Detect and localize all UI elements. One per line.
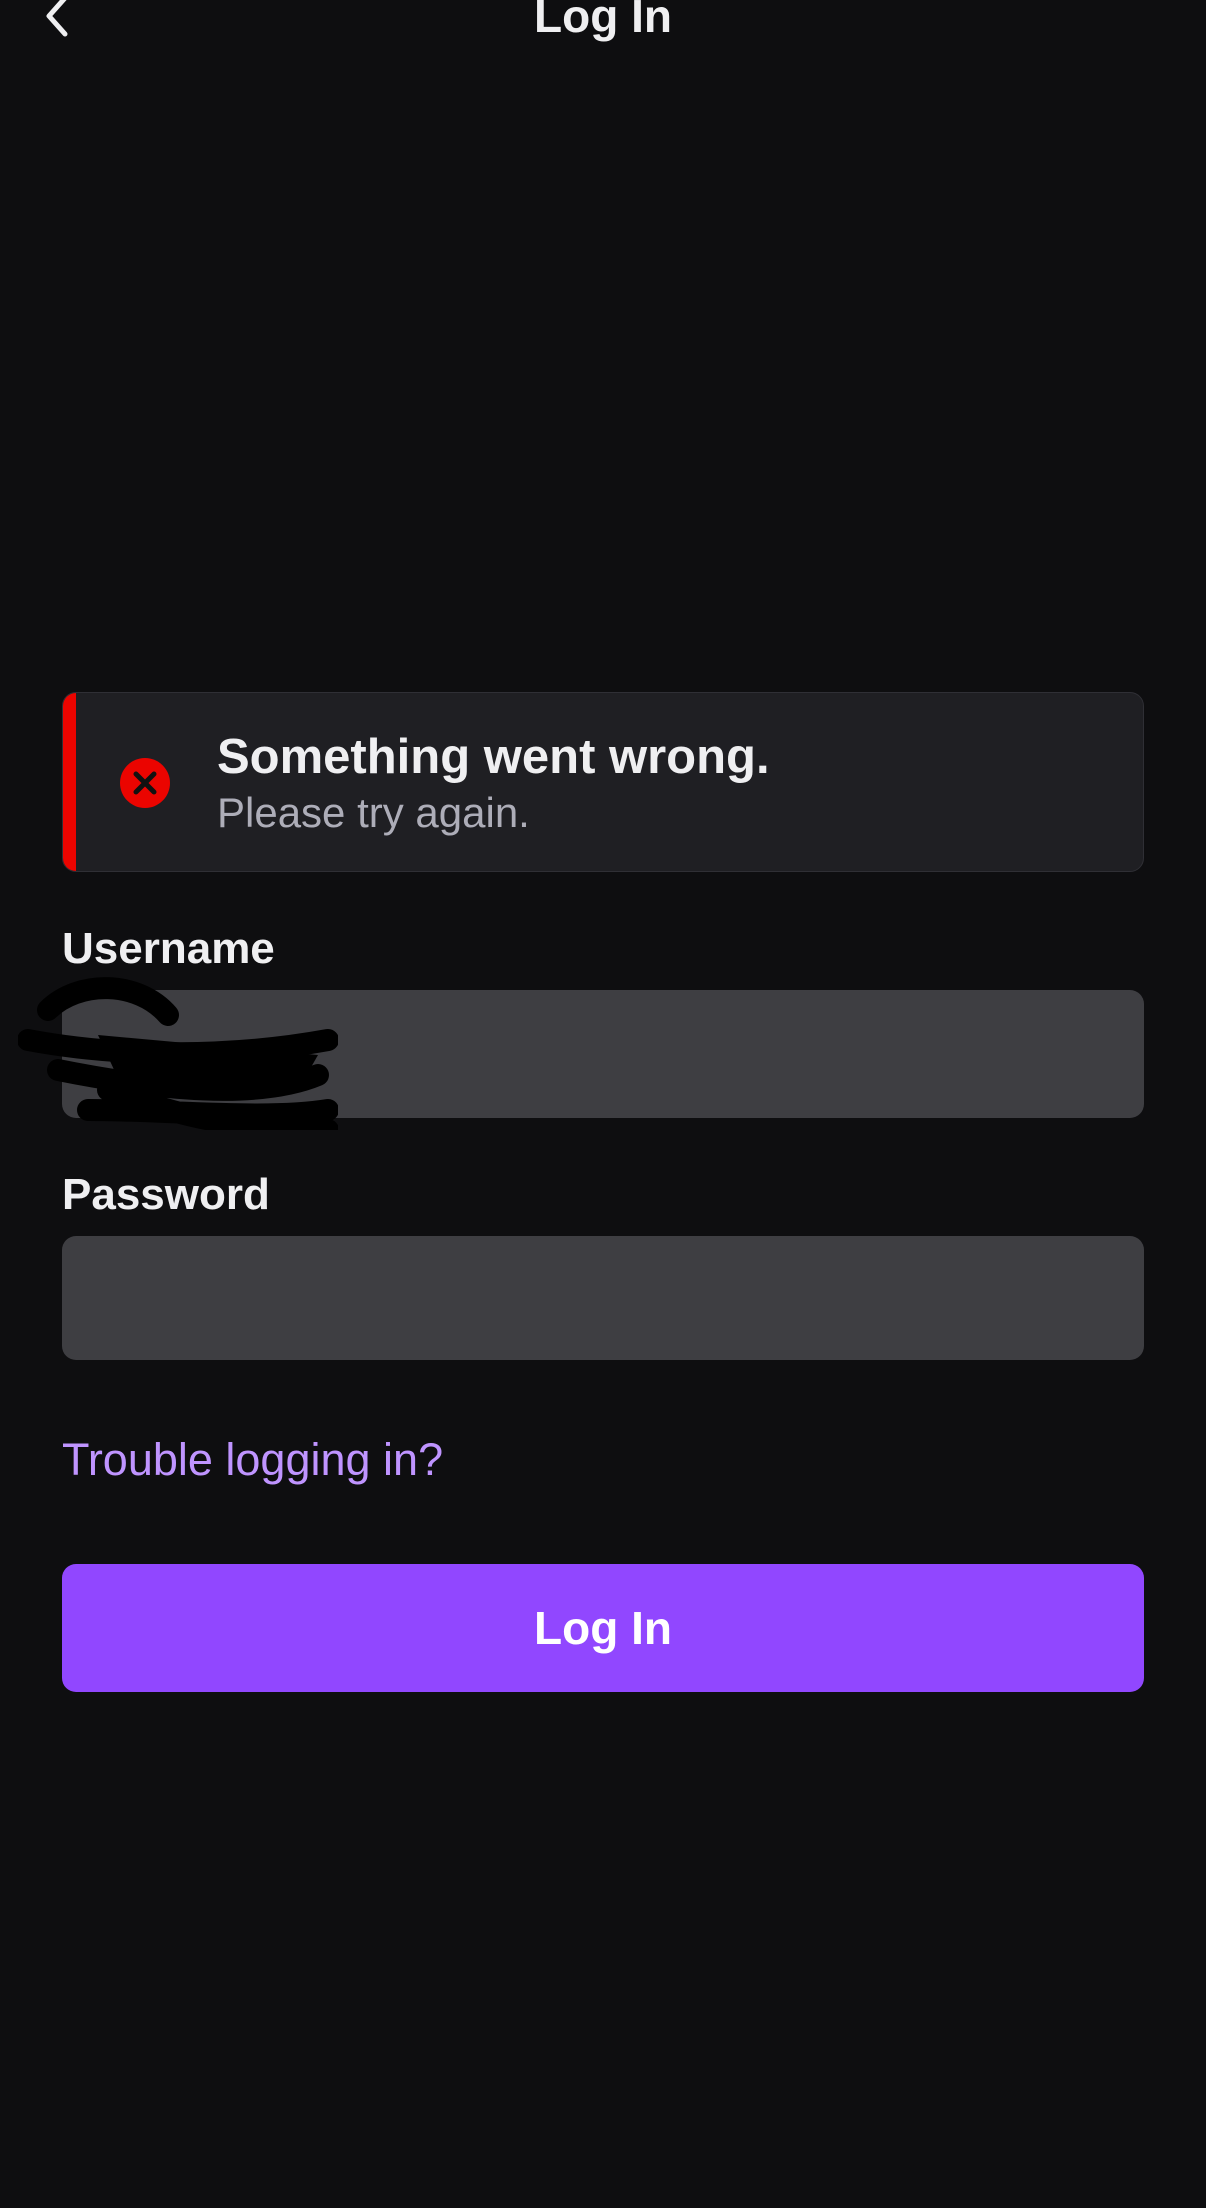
trouble-logging-in-link[interactable]: Trouble logging in? — [62, 1432, 443, 1488]
error-accent-bar — [63, 693, 76, 871]
password-input[interactable] — [62, 1236, 1144, 1360]
error-banner: Something went wrong. Please try again. — [62, 692, 1144, 872]
error-message: Please try again. — [217, 789, 530, 836]
username-label: Username — [62, 924, 275, 973]
login-button[interactable]: Log In — [62, 1564, 1144, 1692]
error-title: Something went wrong. — [217, 730, 770, 784]
error-circle-x-icon — [120, 758, 170, 808]
page-title: Log In — [534, 0, 672, 42]
username-input[interactable] — [62, 990, 1144, 1118]
password-label: Password — [62, 1170, 270, 1219]
header: Log In — [0, 0, 1206, 60]
